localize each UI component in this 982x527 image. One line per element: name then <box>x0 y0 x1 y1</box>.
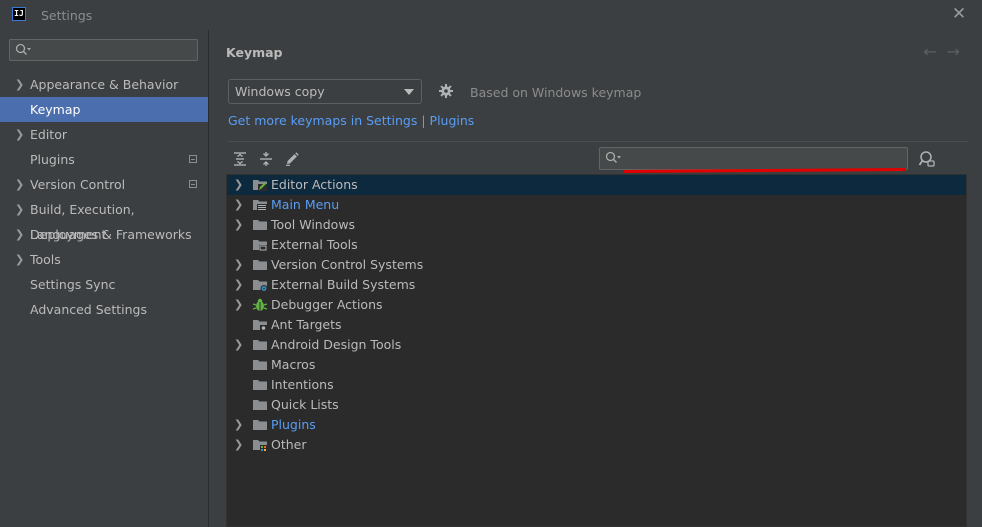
sidebar-item-label: Keymap <box>30 102 81 117</box>
sidebar-item-keymap[interactable]: Keymap <box>0 97 208 122</box>
chevron-right-icon[interactable]: ❯ <box>234 435 244 455</box>
divider <box>228 141 968 142</box>
tree-row-label: Editor Actions <box>271 177 358 192</box>
tree-row-label: Ant Targets <box>271 317 342 332</box>
chevron-right-icon[interactable]: ❯ <box>15 172 25 197</box>
tree-row[interactable]: Ant Targets <box>227 315 966 335</box>
sidebar-item-label: Editor <box>30 127 67 142</box>
tree-row[interactable]: ❯ Android Design Tools <box>227 335 966 355</box>
gear-icon[interactable] <box>438 83 454 99</box>
tree-row[interactable]: Quick Lists <box>227 395 966 415</box>
sidebar-item-version-control[interactable]: ❯ Version Control <box>0 172 208 197</box>
tree-row[interactable]: ❯ Main Menu <box>227 195 966 215</box>
annotation-underline <box>622 168 907 173</box>
back-forward-arrows[interactable]: ←→ <box>923 42 970 61</box>
chevron-right-icon[interactable]: ❯ <box>234 255 244 275</box>
sidebar-search-input[interactable] <box>9 39 198 61</box>
sidebar-item-label: Tools <box>30 252 61 267</box>
keymap-actions-tree[interactable]: ❯ Editor Actions ❯ Main Menu ❯ Tool Windows Ex… <box>226 174 967 527</box>
sidebar-item-label: Advanced Settings <box>30 302 147 317</box>
sidebar-item-advanced-settings[interactable]: Advanced Settings <box>0 297 208 322</box>
tree-row[interactable]: ❯ Version Control Systems <box>227 255 966 275</box>
tree-row[interactable]: ❯ External Build Systems <box>227 275 966 295</box>
chevron-right-icon[interactable]: ❯ <box>234 195 244 215</box>
get-more-keymaps-link[interactable]: Get more keymaps in Settings | Plugins <box>228 113 474 128</box>
based-on-label: Based on Windows keymap <box>470 85 642 100</box>
collapse-all-icon[interactable] <box>258 151 274 167</box>
sidebar-item-label: Plugins <box>30 152 75 167</box>
window-title: Settings <box>41 8 93 23</box>
other-icon <box>252 437 268 459</box>
tree-row-label: Tool Windows <box>271 217 356 232</box>
search-icon <box>605 151 621 163</box>
chevron-right-icon[interactable]: ❯ <box>15 247 25 272</box>
page-title: Keymap <box>226 45 283 60</box>
chevron-right-icon[interactable]: ❯ <box>15 72 25 97</box>
find-by-shortcut-icon[interactable] <box>918 150 936 168</box>
settings-sidebar: ❯ Appearance & Behavior Keymap ❯ Editor Plugi… <box>0 30 209 527</box>
tree-row-label: Android Design Tools <box>271 337 402 352</box>
chevron-right-icon[interactable]: ❯ <box>234 215 244 235</box>
chevron-right-icon[interactable]: ❯ <box>15 197 25 222</box>
keymap-select[interactable]: Windows copy <box>228 79 422 104</box>
tree-row-label: Debugger Actions <box>271 297 383 312</box>
tree-row[interactable]: ❯ Plugins <box>227 415 966 435</box>
chevron-right-icon[interactable]: ❯ <box>15 222 25 247</box>
tree-row-label: Intentions <box>271 377 334 392</box>
chevron-right-icon[interactable]: ❯ <box>234 295 244 315</box>
tree-row[interactable]: Macros <box>227 355 966 375</box>
sidebar-item-build-execution-deployment[interactable]: ❯ Build, Execution, Deployment <box>0 197 208 242</box>
sidebar-item-label: Languages & Frameworks <box>30 227 192 242</box>
tree-row-label: Quick Lists <box>271 397 339 412</box>
tree-row[interactable]: Intentions <box>227 375 966 395</box>
tree-row-label: Other <box>271 437 307 452</box>
sidebar-item-label: Version Control <box>30 177 126 192</box>
keymap-search-input[interactable] <box>599 147 908 170</box>
keymap-select-value: Windows copy <box>235 84 325 99</box>
edit-pencil-icon[interactable] <box>284 151 300 167</box>
intellij-logo-icon: IJ <box>12 7 26 21</box>
forward-arrow-icon[interactable]: → <box>947 42 970 61</box>
project-level-icon <box>189 180 197 188</box>
sidebar-item-label: Settings Sync <box>30 277 116 292</box>
tree-row-label: Main Menu <box>271 197 340 212</box>
sidebar-item-plugins[interactable]: Plugins <box>0 147 208 172</box>
keymap-panel: Keymap ←→ Windows copy Based on Windows … <box>209 30 982 527</box>
sidebar-item-appearance-behavior[interactable]: ❯ Appearance & Behavior <box>0 72 208 97</box>
sidebar-item-editor[interactable]: ❯ Editor <box>0 122 208 147</box>
search-icon <box>15 43 31 55</box>
chevron-right-icon[interactable]: ❯ <box>234 275 244 295</box>
tree-row[interactable]: ❯ Debugger Actions <box>227 295 966 315</box>
project-level-icon <box>189 155 197 163</box>
sidebar-item-label: Appearance & Behavior <box>30 77 179 92</box>
tree-row-label: External Build Systems <box>271 277 416 292</box>
close-icon[interactable]: ✕ <box>950 4 968 24</box>
chevron-right-icon[interactable]: ❯ <box>15 122 25 147</box>
back-arrow-icon[interactable]: ← <box>923 42 946 61</box>
tree-row-label: Macros <box>271 357 316 372</box>
chevron-right-icon[interactable]: ❯ <box>234 415 244 435</box>
tree-row-label: External Tools <box>271 237 358 252</box>
sidebar-item-tools[interactable]: ❯ Tools <box>0 247 208 272</box>
chevron-right-icon[interactable]: ❯ <box>234 175 244 195</box>
tree-row[interactable]: ❯ Other <box>227 435 966 455</box>
tree-row[interactable]: ❯ Tool Windows <box>227 215 966 235</box>
tree-row-label: Version Control Systems <box>271 257 424 272</box>
tree-row-label: Plugins <box>271 417 316 432</box>
sidebar-item-settings-sync[interactable]: Settings Sync <box>0 272 208 297</box>
tree-row[interactable]: ❯ Editor Actions <box>227 175 966 195</box>
title-bar: IJ Settings ✕ <box>0 0 982 30</box>
chevron-down-icon <box>404 89 414 95</box>
sidebar-item-languages-frameworks[interactable]: ❯ Languages & Frameworks <box>0 222 208 247</box>
expand-all-icon[interactable] <box>232 151 248 167</box>
tree-row[interactable]: External Tools <box>227 235 966 255</box>
chevron-right-icon[interactable]: ❯ <box>234 335 244 355</box>
